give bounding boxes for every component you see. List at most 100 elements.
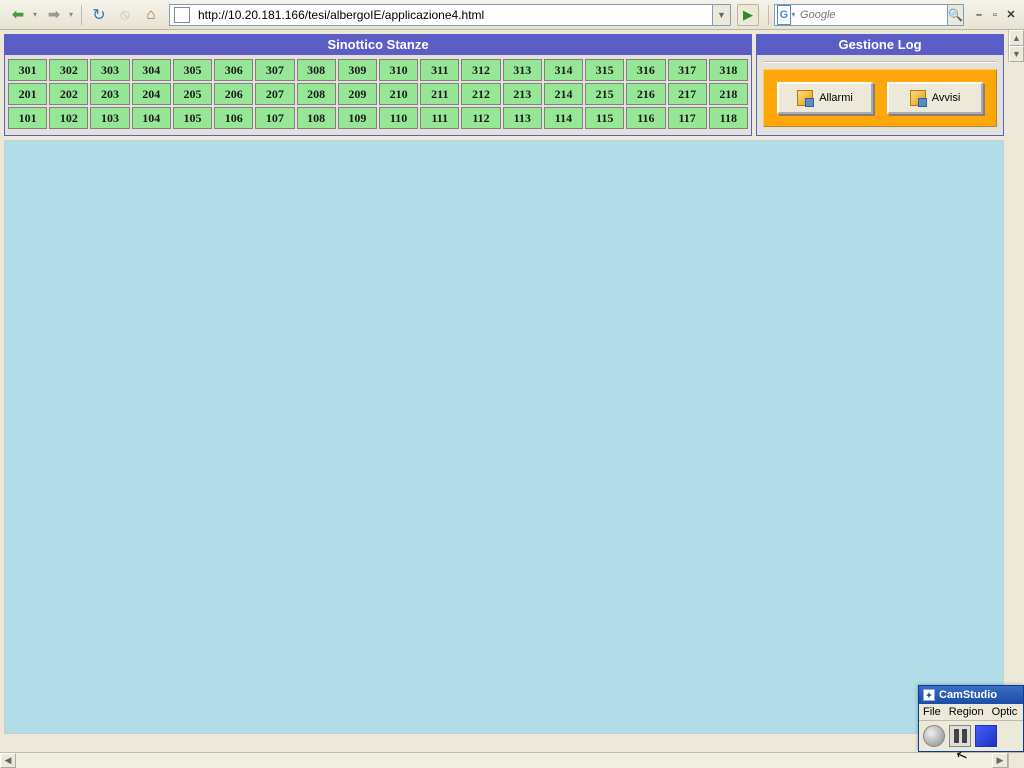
horizontal-scrollbar[interactable]: ◀ ▶ — [0, 752, 1024, 768]
room-cell[interactable]: 311 — [420, 59, 459, 81]
back-button[interactable]: ⬅ — [6, 3, 30, 27]
menu-region[interactable]: Region — [949, 706, 984, 718]
page-body-area — [4, 140, 1004, 734]
room-cell[interactable]: 218 — [709, 83, 748, 105]
room-cell[interactable]: 310 — [379, 59, 418, 81]
room-cell[interactable]: 109 — [338, 107, 377, 129]
room-cell[interactable]: 306 — [214, 59, 253, 81]
room-cell[interactable]: 309 — [338, 59, 377, 81]
avvisi-label: Avvisi — [932, 92, 961, 104]
room-cell[interactable]: 305 — [173, 59, 212, 81]
camstudio-titlebar[interactable]: ✦ CamStudio — [919, 686, 1023, 704]
room-cell[interactable]: 318 — [709, 59, 748, 81]
close-button[interactable]: ✕ — [1004, 8, 1018, 22]
camstudio-controls — [919, 721, 1023, 751]
reload-button[interactable]: ↻ — [87, 3, 111, 27]
allarmi-label: Allarmi — [819, 92, 853, 104]
room-cell[interactable]: 313 — [503, 59, 542, 81]
room-cell[interactable]: 208 — [297, 83, 336, 105]
room-cell[interactable]: 205 — [173, 83, 212, 105]
room-cell[interactable]: 110 — [379, 107, 418, 129]
minimize-button[interactable]: – — [972, 8, 986, 22]
url-input[interactable] — [194, 5, 712, 25]
room-cell[interactable]: 113 — [503, 107, 542, 129]
room-cell[interactable]: 216 — [626, 83, 665, 105]
room-cell[interactable]: 202 — [49, 83, 88, 105]
room-cell[interactable]: 114 — [544, 107, 583, 129]
room-cell[interactable]: 314 — [544, 59, 583, 81]
room-cell[interactable]: 209 — [338, 83, 377, 105]
room-cell[interactable]: 204 — [132, 83, 171, 105]
room-cell[interactable]: 303 — [90, 59, 129, 81]
alarm-icon — [797, 90, 813, 106]
divider — [763, 61, 997, 63]
vertical-scrollbar[interactable]: ▲ ▼ — [1008, 30, 1024, 62]
room-cell[interactable]: 105 — [173, 107, 212, 129]
forward-button: ➡ — [42, 3, 66, 27]
room-cell[interactable]: 308 — [297, 59, 336, 81]
room-cell[interactable]: 317 — [668, 59, 707, 81]
scroll-track[interactable] — [16, 753, 992, 768]
back-history-dropdown[interactable]: ▾ — [30, 3, 40, 27]
room-cell[interactable]: 106 — [214, 107, 253, 129]
restore-button[interactable]: ▫ — [988, 8, 1002, 22]
avvisi-button[interactable]: Avvisi — [887, 82, 983, 114]
page-favicon-icon — [174, 7, 190, 23]
room-cell[interactable]: 201 — [8, 83, 47, 105]
rooms-panel: Sinottico Stanze 30130230330430530630730… — [4, 34, 752, 136]
camstudio-icon: ✦ — [923, 689, 935, 701]
rooms-panel-title: Sinottico Stanze — [5, 35, 751, 55]
room-cell[interactable]: 117 — [668, 107, 707, 129]
camstudio-window[interactable]: ✦ CamStudio File Region Optic — [918, 685, 1024, 752]
stop-record-button[interactable] — [975, 725, 997, 747]
pause-button[interactable] — [949, 725, 971, 747]
room-cell[interactable]: 104 — [132, 107, 171, 129]
menu-options[interactable]: Optic — [992, 706, 1018, 718]
room-cell[interactable]: 316 — [626, 59, 665, 81]
scroll-left-icon[interactable]: ◀ — [0, 753, 16, 768]
room-cell[interactable]: 217 — [668, 83, 707, 105]
menu-file[interactable]: File — [923, 706, 941, 718]
room-cell[interactable]: 213 — [503, 83, 542, 105]
log-buttons-container: Allarmi Avvisi — [763, 69, 997, 127]
allarmi-button[interactable]: Allarmi — [777, 82, 873, 114]
browser-toolbar: ⬅ ▾ ➡ ▾ ↻ ⦸ ⌂ ▼ ▶ G ▾ 🔍 – ▫ ✕ — [0, 0, 1024, 30]
room-cell[interactable]: 315 — [585, 59, 624, 81]
home-button[interactable]: ⌂ — [139, 3, 163, 27]
url-dropdown[interactable]: ▼ — [712, 5, 730, 25]
forward-history-dropdown[interactable]: ▾ — [66, 3, 76, 27]
scroll-right-icon[interactable]: ▶ — [992, 753, 1008, 768]
room-cell[interactable]: 103 — [90, 107, 129, 129]
room-cell[interactable]: 108 — [297, 107, 336, 129]
search-button[interactable]: 🔍 — [947, 5, 963, 25]
room-cell[interactable]: 215 — [585, 83, 624, 105]
room-cell[interactable]: 307 — [255, 59, 294, 81]
search-input[interactable] — [796, 5, 947, 25]
room-cell[interactable]: 211 — [420, 83, 459, 105]
log-panel: Gestione Log Allarmi Avvisi — [756, 34, 1004, 136]
room-cell[interactable]: 102 — [49, 107, 88, 129]
scroll-down-icon[interactable]: ▼ — [1009, 46, 1024, 62]
room-cell[interactable]: 107 — [255, 107, 294, 129]
room-cell[interactable]: 115 — [585, 107, 624, 129]
room-cell[interactable]: 112 — [461, 107, 500, 129]
room-cell[interactable]: 206 — [214, 83, 253, 105]
room-cell[interactable]: 301 — [8, 59, 47, 81]
room-cell[interactable]: 212 — [461, 83, 500, 105]
scroll-up-icon[interactable]: ▲ — [1009, 30, 1024, 46]
room-cell[interactable]: 302 — [49, 59, 88, 81]
room-cell[interactable]: 203 — [90, 83, 129, 105]
record-button[interactable] — [923, 725, 945, 747]
room-cell[interactable]: 210 — [379, 83, 418, 105]
go-button[interactable]: ▶ — [737, 4, 759, 26]
room-cell[interactable]: 214 — [544, 83, 583, 105]
google-logo-icon[interactable]: G — [777, 5, 791, 25]
room-cell[interactable]: 207 — [255, 83, 294, 105]
room-cell[interactable]: 118 — [709, 107, 748, 129]
room-cell[interactable]: 304 — [132, 59, 171, 81]
camstudio-title-text: CamStudio — [939, 689, 997, 701]
room-cell[interactable]: 312 — [461, 59, 500, 81]
room-cell[interactable]: 116 — [626, 107, 665, 129]
room-cell[interactable]: 111 — [420, 107, 459, 129]
room-cell[interactable]: 101 — [8, 107, 47, 129]
